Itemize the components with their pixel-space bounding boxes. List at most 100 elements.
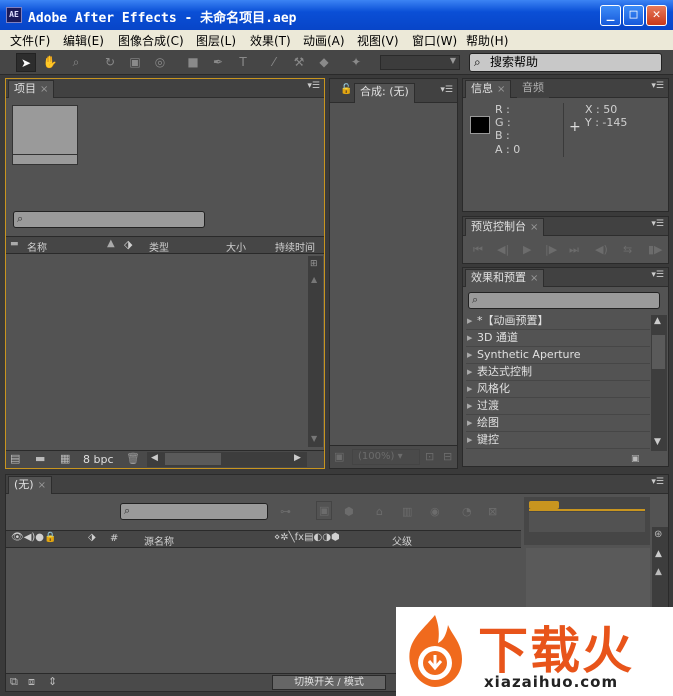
tab-info[interactable]: 信息 × — [465, 80, 512, 98]
tab-composition[interactable]: 合成: (无) — [354, 83, 415, 103]
comp-button-icon[interactable]: ⊛ — [654, 529, 662, 540]
zoom-mountain-icon[interactable]: ▲ — [655, 567, 662, 577]
motion-blur-icon[interactable]: ◉ — [430, 505, 440, 518]
menu-window[interactable]: 窗口(W) — [412, 32, 457, 49]
menu-effect[interactable]: 效果(T) — [250, 32, 291, 49]
close-button[interactable]: ✕ — [646, 5, 667, 26]
scroll-up-icon[interactable]: ▲ — [654, 316, 661, 326]
eraser-tool-icon[interactable]: ◆ — [314, 53, 334, 72]
work-area-start[interactable] — [529, 501, 559, 509]
menu-file[interactable]: 文件(F) — [10, 32, 50, 49]
brainstorm-icon[interactable]: ⊠ — [488, 505, 497, 518]
minimize-button[interactable]: _ — [600, 5, 621, 26]
menu-help[interactable]: 帮助(H) — [466, 32, 508, 49]
mask-visibility-icon[interactable]: ▣ — [334, 450, 344, 463]
col-parent[interactable]: 父级 — [392, 533, 412, 548]
effect-category[interactable]: Synthetic Aperture — [466, 347, 650, 364]
work-area-bar[interactable] — [529, 509, 645, 511]
live-update-icon[interactable]: ▣ — [316, 501, 333, 520]
hand-tool-icon[interactable]: ✋ — [40, 53, 60, 72]
toggle-switches-modes-button[interactable]: 切换开关 / 模式 — [272, 675, 386, 690]
col-type[interactable]: 类型 — [149, 239, 169, 254]
frame-blending-icon[interactable]: ▥ — [402, 505, 412, 518]
tab-audio[interactable]: 音频 — [517, 80, 549, 98]
selection-tool-icon[interactable]: ➤ — [16, 53, 36, 72]
tab-timeline[interactable]: (无) × — [8, 476, 52, 494]
scroll-down-icon[interactable]: ▼ — [654, 437, 661, 447]
pen-tool-icon[interactable]: ✒ — [208, 53, 228, 72]
camera-tool-icon[interactable]: ▣ — [125, 53, 145, 72]
close-icon[interactable]: × — [530, 222, 538, 233]
last-frame-icon[interactable]: ⏭ — [569, 243, 579, 257]
effect-category[interactable]: 绘图 — [466, 415, 650, 432]
panel-menu-icon[interactable]: ▾☰ — [307, 81, 320, 91]
search-help-input[interactable]: ⌕ 搜索帮助 — [469, 53, 662, 72]
scroll-down-icon[interactable]: ▼ — [311, 434, 317, 443]
maximize-button[interactable]: □ — [623, 5, 644, 26]
scroll-up-icon[interactable]: ▲ — [655, 549, 662, 559]
effects-search-input[interactable]: ⌕ — [468, 292, 660, 309]
grid-icon[interactable]: ⊡ — [425, 450, 434, 463]
draft-3d-icon[interactable]: ⬢ — [344, 505, 354, 518]
panel-menu-icon[interactable]: ▾☰ — [440, 85, 453, 95]
close-icon[interactable]: × — [530, 273, 538, 284]
comp-mini-flowchart-icon[interactable]: ⊶ — [280, 505, 291, 518]
transfer-controls-icon[interactable]: ⧈ — [28, 675, 35, 689]
menu-layer[interactable]: 图层(L) — [196, 32, 236, 49]
project-search-input[interactable]: ⌕ — [13, 211, 205, 228]
trash-icon[interactable]: 🗑 — [126, 452, 140, 465]
text-tool-icon[interactable]: T — [233, 53, 253, 72]
tab-preview[interactable]: 预览控制台 × — [465, 218, 545, 236]
project-hscrollbar[interactable]: ◀ ▶ — [147, 452, 307, 467]
flowchart-icon[interactable]: ⊞ — [310, 259, 318, 269]
new-comp-icon[interactable]: ▦ — [60, 452, 70, 465]
ram-preview-icon[interactable]: ▮▶ — [648, 243, 663, 256]
menu-animation[interactable]: 动画(A) — [303, 32, 345, 49]
tab-effects[interactable]: 效果和预置 × — [465, 269, 545, 287]
snapshot-icon[interactable]: ⊟ — [443, 450, 452, 463]
bpc-label[interactable]: 8 bpc — [83, 453, 114, 466]
in-out-icon[interactable]: ⇕ — [48, 675, 57, 688]
panel-menu-icon[interactable]: ▾☰ — [651, 219, 664, 229]
lock-icon[interactable]: 🔓 — [340, 84, 352, 95]
audio-icon[interactable]: ◀) — [595, 243, 608, 256]
puppet-pin-tool-icon[interactable]: ✦ — [346, 53, 366, 72]
panel-menu-icon[interactable]: ▾☰ — [651, 81, 664, 91]
effect-category[interactable]: 过渡 — [466, 398, 650, 415]
hide-shy-icon[interactable]: ⌂ — [376, 505, 383, 518]
effects-vscrollbar[interactable]: ▲ ▼ — [651, 315, 667, 451]
project-vscrollbar[interactable]: ⊞ ▲ ▼ — [308, 256, 323, 447]
brush-tool-icon[interactable]: ⁄ — [264, 53, 284, 72]
scroll-up-icon[interactable]: ▲ — [311, 275, 317, 284]
tab-project[interactable]: 项目 × — [8, 80, 55, 98]
zoom-tool-icon[interactable]: ⌕ — [66, 53, 86, 72]
sort-up-icon[interactable]: ▲ — [107, 238, 115, 249]
interpret-footage-icon[interactable]: ▤ — [10, 452, 20, 465]
play-icon[interactable]: ▶ — [523, 243, 531, 256]
timeline-search-input[interactable]: ⌕ — [120, 503, 268, 520]
time-navigator[interactable] — [529, 512, 645, 532]
scroll-left-icon[interactable]: ◀ — [151, 453, 158, 463]
pan-behind-tool-icon[interactable]: ◎ — [150, 53, 170, 72]
rectangle-tool-icon[interactable]: ■ — [183, 53, 203, 72]
scroll-thumb[interactable] — [652, 335, 665, 369]
menu-view[interactable]: 视图(V) — [357, 32, 399, 49]
new-preset-icon[interactable]: ▣ — [631, 454, 640, 464]
col-duration[interactable]: 持续时间 — [275, 239, 315, 254]
clone-stamp-tool-icon[interactable]: ⚒ — [289, 53, 309, 72]
scroll-thumb[interactable] — [165, 453, 221, 465]
col-size[interactable]: 大小 — [226, 239, 246, 254]
first-frame-icon[interactable]: ⏮ — [473, 243, 483, 257]
layer-switches-icon[interactable]: ⧉ — [10, 675, 18, 689]
panel-menu-icon[interactable]: ▾☰ — [651, 270, 664, 280]
menu-composition[interactable]: 图像合成(C) — [118, 32, 184, 49]
close-icon[interactable]: × — [497, 84, 505, 95]
time-ruler[interactable] — [524, 497, 650, 545]
zoom-dropdown[interactable]: (100%) ▾ — [352, 449, 420, 465]
scroll-right-icon[interactable]: ▶ — [294, 453, 301, 463]
panel-menu-icon[interactable]: ▾☰ — [651, 477, 664, 487]
close-icon[interactable]: × — [38, 480, 46, 491]
effect-category[interactable]: 表达式控制 — [466, 364, 650, 381]
close-icon[interactable]: × — [40, 84, 48, 95]
effect-category[interactable]: 键控 — [466, 432, 650, 449]
